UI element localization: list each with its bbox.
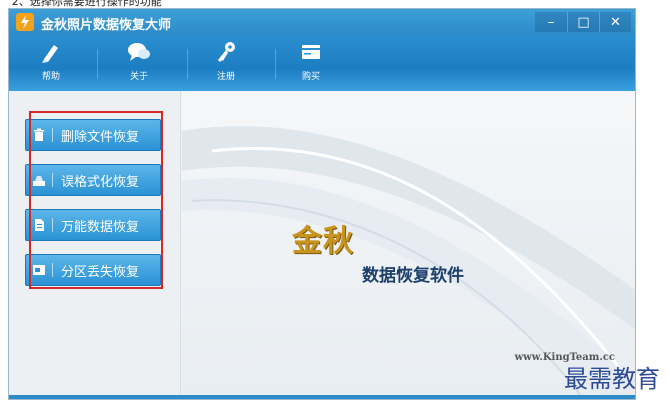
status-bar [9,395,635,399]
toolbar-help-button[interactable]: 帮助 [23,39,79,87]
toolbar-about-label: 关于 [129,72,148,82]
buy-icon [302,45,320,59]
toolbar: 帮助 关于 注册 购买 [9,35,635,91]
brand-subtitle: 数据恢复软件 [362,266,464,286]
sidebar: 删除文件恢复 误格式化恢复 万能数据恢复 分区丢失恢复 [9,91,181,397]
help-icon [42,45,58,63]
brand-title: 金秋 [292,224,354,259]
about-icon [128,43,150,61]
watermark: 最需教育 [564,365,660,393]
app-logo-icon [16,13,34,31]
toolbar-about-button[interactable]: 关于 [111,39,167,87]
toolbar-separator [97,49,98,79]
title-bar[interactable]: 金秋照片数据恢复大师 – □ ✕ [9,9,635,35]
toolbar-buy-button[interactable]: 购买 [283,39,339,87]
main-content: 金秋 数据恢复软件 www.KingTeam.cc [182,91,635,397]
app-title: 金秋照片数据恢复大师 [41,18,172,33]
toolbar-separator [275,49,276,79]
toolbar-register-label: 注册 [216,72,235,82]
minimize-button[interactable]: – [535,12,567,32]
toolbar-separator [187,49,188,79]
register-key-icon [218,42,235,62]
workspace: 删除文件恢复 误格式化恢复 万能数据恢复 分区丢失恢复 金秋 数据恢复软件 ww… [9,91,635,397]
top-caption: “2、选择你需要进行操作的功能” [6,0,168,8]
toolbar-register-button[interactable]: 注册 [198,39,254,87]
app-window: 金秋照片数据恢复大师 – □ ✕ 帮助 关于 注册 购买 删除文件恢复 误格式化… [8,8,636,400]
toolbar-buy-label: 购买 [301,72,320,82]
maximize-button[interactable]: □ [567,12,599,32]
highlight-box [29,111,163,289]
close-button[interactable]: ✕ [599,12,631,32]
toolbar-help-label: 帮助 [41,72,60,82]
window-controls: – □ ✕ [535,12,631,32]
